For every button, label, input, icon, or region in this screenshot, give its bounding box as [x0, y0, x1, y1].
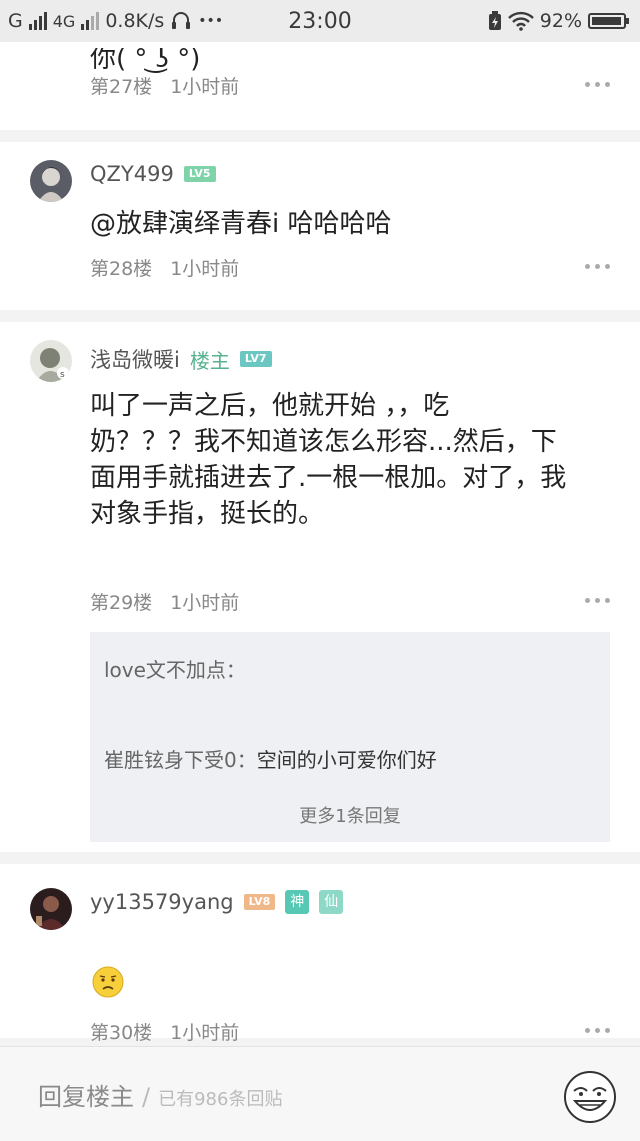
battery-percent: 92%	[539, 10, 582, 32]
username[interactable]: QZY499	[90, 162, 174, 186]
title-chip: 仙	[319, 890, 344, 914]
reply-author[interactable]: love文不加点：	[104, 658, 246, 682]
sub-reply[interactable]: 崔胜铉身下受0：空间的小可爱你们好	[104, 744, 437, 773]
post-text-line: 面用手就插进去了.一根一根加。对了，我	[90, 463, 567, 493]
reply-separator: /	[142, 1083, 151, 1111]
post-text: 叫了一声之后，他就开始 ，，吃 奶？？？我不知道该怎么形容...然后，下 面用手…	[90, 388, 566, 532]
more-replies-link[interactable]: 更多1条回复	[90, 802, 610, 828]
more-options-icon[interactable]	[585, 1028, 610, 1033]
post-text: 你( ͡° ͜ʖ ͡°)	[90, 44, 201, 74]
reply-text: 空间的小可爱你们好	[256, 748, 437, 772]
sad-face-emoji-icon	[92, 966, 124, 998]
post-meta: 第29楼 1小时前	[90, 588, 239, 615]
floor-label: 第28楼	[90, 258, 153, 280]
username-row: yy13579yang LV8 神 仙	[90, 890, 344, 914]
floor-label: 第29楼	[90, 592, 153, 614]
reply-bar: 回复楼主 / 已有986条回贴	[0, 1046, 640, 1141]
floor-label: 第27楼	[90, 76, 153, 98]
user-avatar[interactable]	[30, 160, 72, 202]
post-floor-30: yy13579yang LV8 神 仙 第30楼 1小时前	[0, 864, 640, 1044]
more-options-icon[interactable]	[585, 82, 610, 87]
post-text-line: 对象手指，挺长的。	[90, 499, 325, 529]
level-badge: LV5	[183, 166, 216, 182]
post-floor-27: 你( ͡° ͜ʖ ͡°) 第27楼 1小时前	[0, 42, 640, 130]
reply-author[interactable]: 崔胜铉身下受0：	[104, 748, 257, 772]
signal-icon	[28, 12, 47, 30]
level-badge: LV7	[239, 351, 272, 367]
net-speed: 0.8K/s	[105, 10, 165, 32]
post-text-line: 叫了一声之后，他就开始 ，，吃	[90, 391, 450, 421]
reply-input[interactable]: 回复楼主 / 已有986条回贴	[38, 1077, 282, 1112]
post-text: @放肆演绎青春i 哈哈哈哈	[90, 209, 392, 239]
post-time: 1小时前	[170, 258, 240, 280]
user-avatar[interactable]	[30, 888, 72, 930]
owner-tag: 楼主	[189, 348, 230, 373]
carrier-1-label: G	[8, 10, 23, 32]
battery-icon	[588, 13, 629, 29]
post-floor-29: s 浅岛微暖i 楼主 LV7 叫了一声之后，他就开始 ，，吃 奶？？？我不知道该…	[0, 322, 640, 852]
username-row: 浅岛微暖i 楼主 LV7	[90, 344, 272, 374]
username[interactable]: 浅岛微暖i	[90, 344, 180, 374]
more-options-icon[interactable]	[585, 598, 610, 603]
user-avatar[interactable]: s	[30, 340, 72, 382]
post-meta: 第28楼 1小时前	[90, 254, 239, 281]
sub-reply[interactable]: love文不加点：	[104, 654, 246, 683]
emoji-face-icon[interactable]	[562, 1069, 618, 1125]
headset-icon	[172, 12, 191, 29]
reply-count: 已有986条回贴	[158, 1089, 283, 1110]
floor-label: 第30楼	[90, 1022, 153, 1044]
status-bar: G 4G 0.8K/s ••• 23:00 92%	[0, 0, 640, 42]
wifi-icon	[507, 11, 534, 31]
reply-label: 回复楼主	[38, 1083, 134, 1111]
battery-saver-icon	[488, 11, 501, 30]
sub-replies: love文不加点： 崔胜铉身下受0：空间的小可爱你们好 更多1条回复	[90, 632, 610, 842]
post-meta: 第30楼 1小时前	[90, 1018, 239, 1045]
title-chip: 神	[285, 890, 310, 914]
post-time: 1小时前	[170, 592, 240, 614]
post-time: 1小时前	[170, 1022, 240, 1044]
signal-icon-2	[81, 12, 100, 30]
post-text-line: 奶？？？我不知道该怎么形容...然后，下	[90, 427, 557, 457]
carrier-2-label: 4G	[52, 11, 76, 31]
post-floor-28: QZY499 LV5 @放肆演绎青春i 哈哈哈哈 第28楼 1小时前	[0, 142, 640, 310]
more-options-icon[interactable]	[585, 264, 610, 269]
post-time: 1小时前	[170, 76, 240, 98]
level-badge: LV8	[243, 894, 276, 910]
username[interactable]: yy13579yang	[90, 890, 234, 914]
status-right: 92%	[488, 10, 629, 32]
username-row: QZY499 LV5	[90, 162, 216, 186]
status-left: G 4G 0.8K/s •••	[8, 10, 223, 32]
svg-text:s: s	[60, 370, 65, 380]
post-meta: 第27楼 1小时前	[90, 72, 239, 99]
more-status-icon: •••	[198, 13, 224, 29]
